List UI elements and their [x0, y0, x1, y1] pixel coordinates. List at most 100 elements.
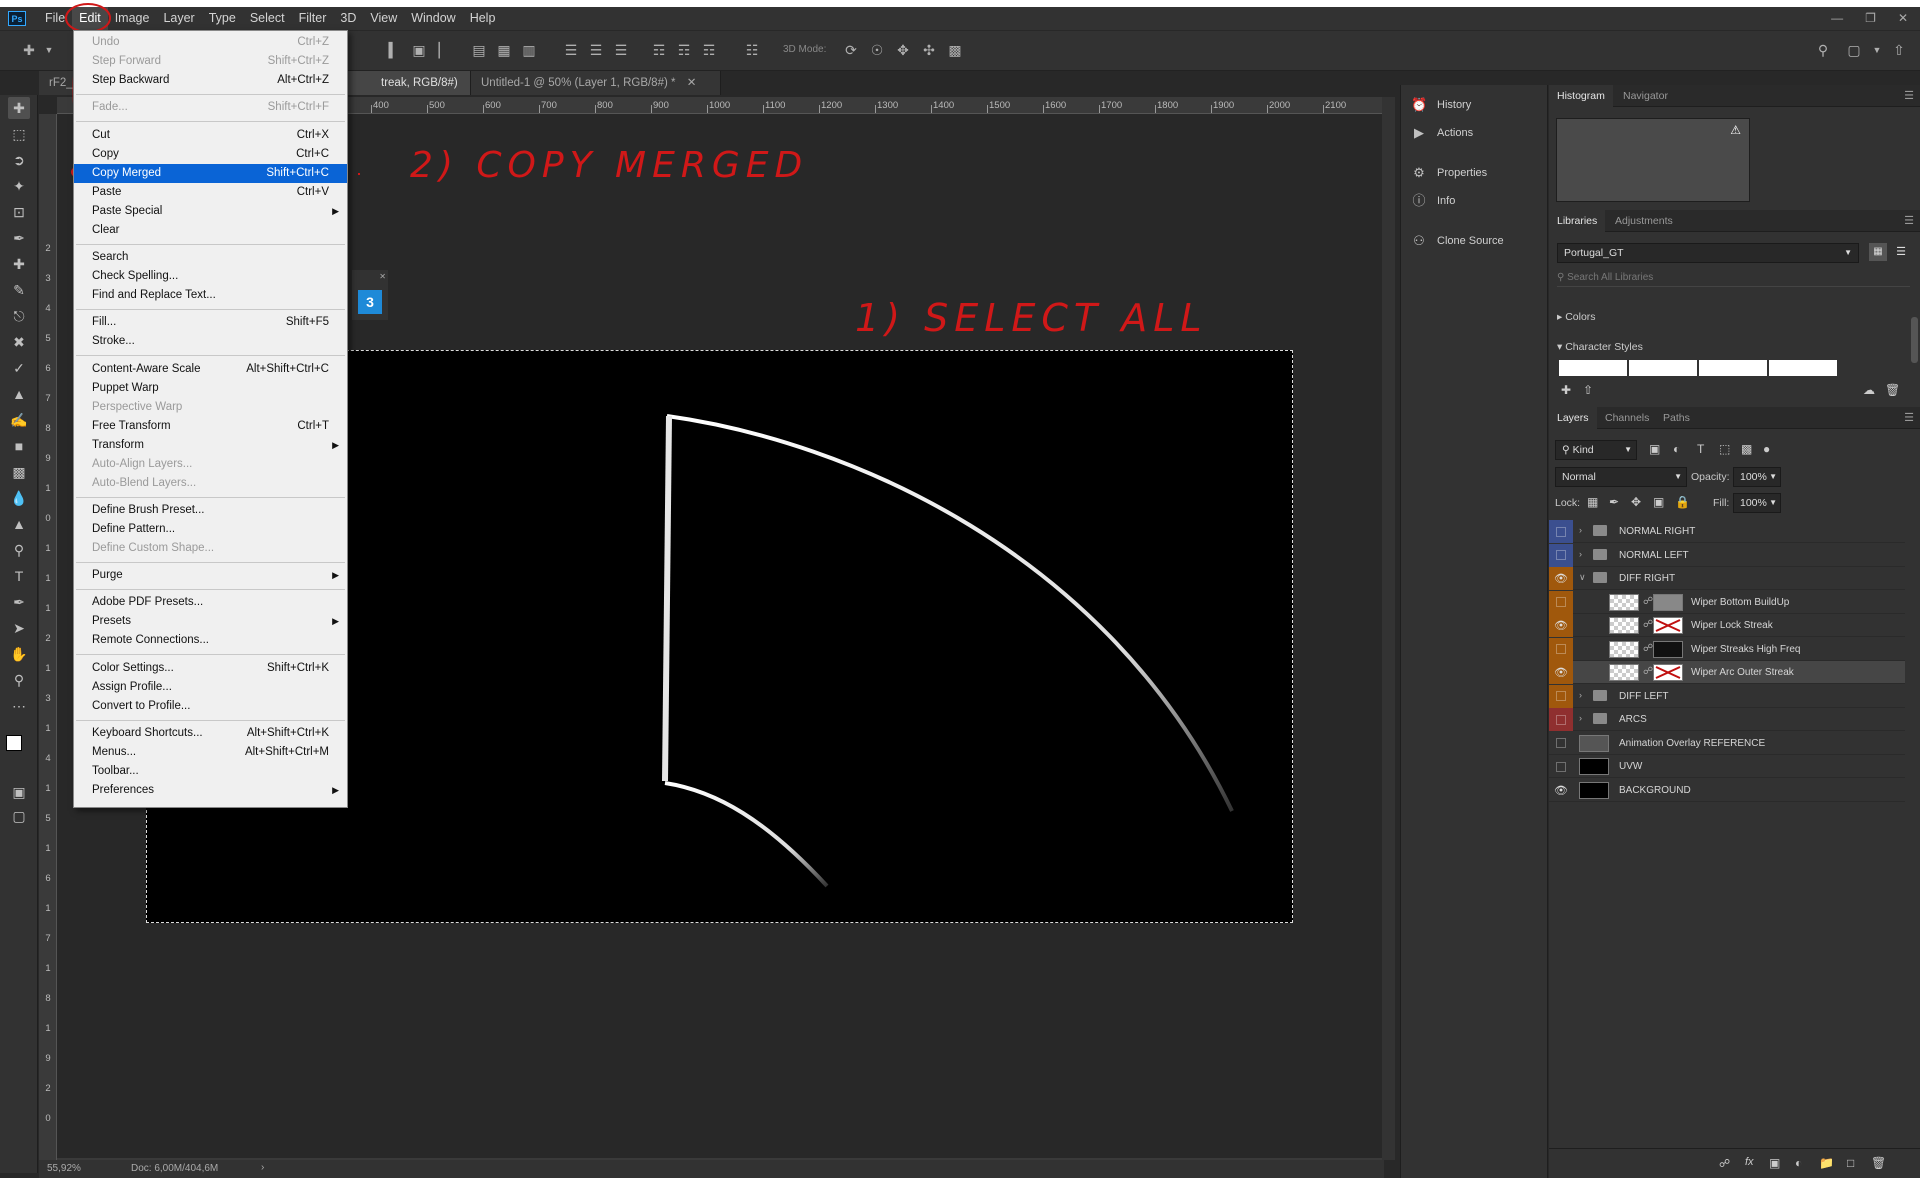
panel-clone-source[interactable]: ⚇ Clone Source [1411, 233, 1503, 249]
menu-filter[interactable]: Filter [292, 7, 334, 30]
path-selection-tool-icon[interactable]: ➤ [8, 617, 30, 639]
layer-thumbnail[interactable] [1609, 664, 1639, 681]
lock-image-icon[interactable]: ✒ [1609, 495, 1619, 509]
panel-info[interactable]: ⓘ Info [1411, 193, 1455, 209]
distribute-bottom-icon[interactable]: ☰ [612, 41, 630, 59]
menu-item-fade[interactable]: Fade... Shift+Ctrl+F [74, 98, 347, 117]
chevron-right-icon[interactable]: › [1579, 713, 1582, 723]
menu-item-perspective-warp[interactable]: Perspective Warp [74, 398, 347, 417]
filter-adjustment-icon[interactable]: ◐ [1673, 442, 1680, 456]
foreground-color-swatch[interactable] [6, 735, 22, 751]
layer-group-row[interactable]: › NORMAL RIGHT [1549, 520, 1905, 543]
adjustment-layer-icon[interactable]: ◐ [1795, 1156, 1802, 1170]
lock-transparent-icon[interactable]: ▦ [1587, 495, 1598, 509]
visibility-toggle[interactable] [1549, 590, 1573, 614]
share-icon[interactable]: ⇧ [1890, 41, 1908, 59]
tab-adjustments[interactable]: Adjustments [1607, 210, 1681, 232]
menu-item-define-brush-preset[interactable]: Define Brush Preset... [74, 501, 347, 520]
chevron-down-icon[interactable]: ∨ [1579, 572, 1586, 583]
pen-tool-icon[interactable]: ✒ [8, 591, 30, 613]
add-icon[interactable]: ✚ [1561, 383, 1571, 397]
chain-link-icon[interactable]: ☍ [1643, 619, 1653, 630]
menu-item-copy-merged[interactable]: Copy Merged Shift+Ctrl+C [74, 163, 347, 183]
menu-item-stroke[interactable]: Stroke... [74, 332, 347, 351]
filter-type-icon[interactable]: T [1697, 442, 1704, 456]
visibility-toggle[interactable]: 👁 [1549, 661, 1573, 684]
eraser2-tool-icon[interactable]: ■ [8, 435, 30, 457]
search-icon[interactable]: ⚲ [1814, 41, 1832, 59]
menu-item-remote-connections[interactable]: Remote Connections... [74, 631, 347, 650]
visibility-toggle[interactable] [1549, 543, 1573, 567]
tab-channels[interactable]: Channels [1597, 407, 1657, 429]
menu-item-clear[interactable]: Clear [74, 221, 347, 240]
chain-link-icon[interactable]: ☍ [1643, 666, 1653, 677]
menu-item-transform[interactable]: Transform ▶ [74, 436, 347, 455]
tab-libraries[interactable]: Libraries [1549, 210, 1606, 232]
marquee-tool-icon[interactable]: ⬚ [8, 123, 30, 145]
crop-tool-icon[interactable]: ⊡ [8, 201, 30, 223]
quick-mask-icon[interactable]: ▣ [8, 781, 30, 803]
tab-histogram[interactable]: Histogram [1549, 85, 1613, 107]
menu-item-fill[interactable]: Fill... Shift+F5 [74, 313, 347, 332]
stamp-tool-icon[interactable]: ⎋ [8, 305, 30, 327]
close-tab-icon[interactable]: ✕ [687, 77, 697, 89]
layer-row[interactable]: 👁 ☍ Wiper Arc Outer Streak [1549, 661, 1905, 684]
char-style-swatch[interactable] [1559, 360, 1627, 376]
menu-item-define-custom-shape[interactable]: Define Custom Shape... [74, 539, 347, 558]
upload-icon[interactable]: ⇧ [1583, 383, 1593, 397]
tab-paths[interactable]: Paths [1655, 407, 1698, 429]
menu-item-adobe-pdf-presets[interactable]: Adobe PDF Presets... [74, 593, 347, 612]
menu-window[interactable]: Window [404, 7, 462, 30]
new-layer-icon[interactable]: □ [1847, 1156, 1854, 1170]
align-right-icon[interactable]: ▥ [520, 41, 538, 59]
layer-mask-thumbnail[interactable] [1653, 593, 1683, 611]
tab-untitled-1[interactable]: Untitled-1 @ 50% (Layer 1, RGB/8#) * ✕ [471, 71, 721, 95]
3d-camera-icon[interactable]: ▩ [946, 41, 964, 59]
layer-group-row[interactable]: 👁 ∨ DIFF RIGHT [1549, 567, 1905, 590]
align-bottom-icon[interactable]: ▏ [435, 41, 453, 59]
type-tool-icon[interactable]: T [8, 565, 30, 587]
menu-item-paste[interactable]: Paste Ctrl+V [74, 183, 347, 202]
align-top-icon[interactable]: ▍ [385, 41, 403, 59]
opacity-input[interactable]: 100% ▼ [1733, 467, 1781, 487]
layer-mask-thumbnail[interactable] [1653, 617, 1683, 634]
menu-item-toolbar[interactable]: Toolbar... [74, 762, 347, 781]
filter-shape-icon[interactable]: ⬚ [1719, 442, 1730, 456]
minimize-icon[interactable]: — [1831, 11, 1843, 25]
menu-item-purge[interactable]: Purge ▶ [74, 566, 347, 585]
tab-rf2[interactable]: rF2_ [39, 71, 75, 95]
chain-link-icon[interactable]: ☍ [1643, 643, 1653, 654]
panel-close-icon[interactable]: ✕ [354, 272, 386, 281]
layer-group-row[interactable]: › ARCS [1549, 708, 1905, 731]
gradient-tool-icon[interactable]: ▩ [8, 461, 30, 483]
align-hcenter-icon[interactable]: ▦ [495, 41, 513, 59]
align-vcenter-icon[interactable]: ▣ [410, 41, 428, 59]
menu-item-convert-to-profile[interactable]: Convert to Profile... [74, 697, 347, 716]
chevron-down-icon[interactable]: ▼ [1868, 41, 1886, 59]
warning-icon[interactable]: ⚠ [1730, 123, 1741, 137]
align-left-icon[interactable]: ▤ [470, 41, 488, 59]
chevron-right-icon[interactable]: › [1579, 549, 1582, 559]
distribute-vcenter-icon[interactable]: ☰ [587, 41, 605, 59]
lock-artboard-icon[interactable]: ▣ [1653, 495, 1664, 509]
layer-row[interactable]: ☍ Wiper Bottom BuildUp [1549, 590, 1905, 614]
tab-active-document[interactable]: treak, RGB/8#) * [341, 71, 471, 113]
menu-item-paste-special[interactable]: Paste Special ▶ [74, 202, 347, 221]
layer-thumbnail[interactable] [1579, 734, 1609, 752]
panel-history[interactable]: ⏰ History [1411, 97, 1471, 113]
char-style-swatch[interactable] [1699, 360, 1767, 376]
blend-mode-select[interactable]: Normal ▼ [1555, 467, 1687, 487]
delete-layer-icon[interactable]: 🗑 [1871, 1156, 1886, 1170]
visibility-toggle[interactable] [1549, 684, 1573, 708]
menu-item-assign-profile[interactable]: Assign Profile... [74, 678, 347, 697]
visibility-toggle[interactable] [1549, 637, 1573, 661]
lock-all-icon[interactable]: 🔒 [1675, 495, 1690, 509]
layer-mask-thumbnail[interactable] [1653, 664, 1683, 681]
list-view-icon[interactable]: ☰ [1892, 243, 1910, 261]
layer-thumbnail[interactable] [1609, 640, 1639, 658]
visibility-toggle[interactable]: 👁 [1549, 567, 1573, 590]
move-tool-icon[interactable]: ✚ [8, 97, 30, 119]
eraser-tool-icon[interactable]: ✓ [8, 357, 30, 379]
smudge-tool-icon[interactable]: ✍ [8, 409, 30, 431]
menu-item-presets[interactable]: Presets ▶ [74, 612, 347, 631]
